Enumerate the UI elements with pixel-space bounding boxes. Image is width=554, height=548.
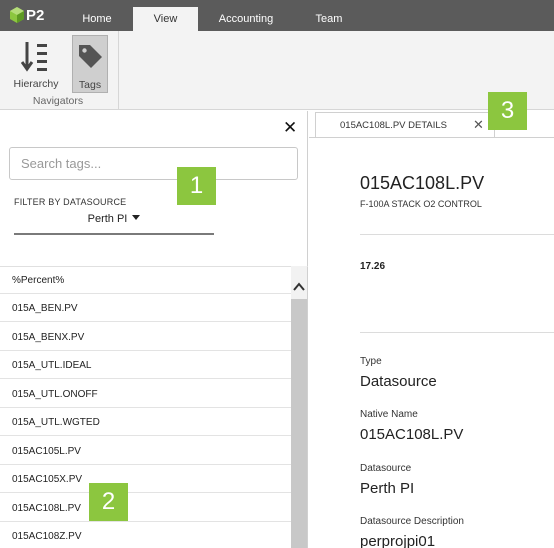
close-panel-icon[interactable]: ✕ bbox=[283, 120, 297, 137]
hierarchy-label: Hierarchy bbox=[13, 78, 59, 90]
app-window: P2 Home View Accounting Team Hierarchy T… bbox=[0, 0, 554, 548]
tag-icon bbox=[79, 45, 102, 68]
tab-team[interactable]: Team bbox=[298, 7, 360, 31]
tag-details-panel: 015AC108L.PV DETAILS ✕ 015AC108L.PV F-10… bbox=[309, 111, 554, 548]
tag-list: %Percent% 015A_BEN.PV 015A_BENX.PV 015A_… bbox=[0, 266, 291, 548]
hierarchy-icon bbox=[21, 42, 47, 72]
logo-text: P2 bbox=[26, 7, 45, 24]
native-name-value: 015AC108L.PV bbox=[360, 426, 464, 443]
callout-badge: 1 bbox=[177, 167, 216, 205]
datasource-dropdown[interactable]: Perth PI bbox=[14, 211, 214, 235]
tab-strip-divider bbox=[309, 137, 554, 138]
tags-button[interactable]: Tags bbox=[72, 35, 108, 93]
type-value: Datasource bbox=[360, 373, 437, 390]
scroll-up-button[interactable] bbox=[291, 277, 307, 293]
details-tab[interactable]: 015AC108L.PV DETAILS ✕ bbox=[315, 112, 495, 137]
ribbon: Hierarchy Tags Navigators bbox=[0, 31, 554, 110]
tag-row[interactable]: 015A_UTL.IDEAL bbox=[0, 351, 291, 379]
datasource-description-label: Datasource Description bbox=[360, 516, 464, 527]
navigators-group-label: Navigators bbox=[32, 95, 84, 107]
close-tab-icon[interactable]: ✕ bbox=[473, 117, 484, 133]
tag-row[interactable]: 015A_UTL.ONOFF bbox=[0, 380, 291, 408]
p2-logo-icon bbox=[10, 7, 24, 23]
tag-row[interactable]: 015AC105X.PV bbox=[0, 465, 291, 493]
search-input[interactable]: Search tags... bbox=[9, 147, 298, 180]
tag-row[interactable]: 015AC105L.PV bbox=[0, 437, 291, 465]
chevron-down-icon bbox=[132, 215, 141, 220]
tag-description: F-100A STACK O2 CONTROL bbox=[360, 199, 482, 209]
details-tab-label: 015AC108L.PV DETAILS bbox=[340, 120, 448, 131]
scrollbar-thumb[interactable] bbox=[291, 299, 307, 548]
filter-by-datasource-label: FILTER BY DATASOURCE bbox=[14, 197, 127, 207]
datasource-description-value: perprojpi01 bbox=[360, 533, 436, 548]
datasource-value: Perth PI bbox=[360, 480, 415, 497]
tag-row[interactable]: 015AC108Z.PV bbox=[0, 522, 291, 548]
ribbon-divider bbox=[118, 31, 119, 110]
tab-accounting[interactable]: Accounting bbox=[205, 7, 287, 31]
tag-title: 015AC108L.PV bbox=[360, 173, 485, 193]
native-name-label: Native Name bbox=[360, 409, 418, 420]
type-label: Type bbox=[360, 356, 382, 367]
chevron-up-icon bbox=[293, 282, 305, 291]
tags-label: Tags bbox=[78, 79, 102, 91]
tab-view[interactable]: View bbox=[133, 7, 198, 31]
app-logo[interactable]: P2 bbox=[8, 5, 50, 27]
datasource-label: Datasource bbox=[360, 463, 412, 474]
divider bbox=[360, 332, 554, 333]
tag-current-value: 17.26 bbox=[360, 261, 386, 272]
tag-search-panel: ✕ Search tags... FILTER BY DATASOURCE Pe… bbox=[0, 111, 308, 548]
tag-row[interactable]: %Percent% bbox=[0, 266, 291, 294]
hierarchy-button[interactable]: Hierarchy bbox=[8, 35, 64, 93]
tag-row[interactable]: 015A_BENX.PV bbox=[0, 323, 291, 351]
tag-row[interactable]: 015AC108L.PV bbox=[0, 494, 291, 522]
callout-badge: 2 bbox=[89, 483, 128, 521]
tag-row[interactable]: 015A_BEN.PV bbox=[0, 294, 291, 322]
tag-row[interactable]: 015A_UTL.WGTED bbox=[0, 408, 291, 436]
datasource-selected-value: Perth PI bbox=[87, 213, 128, 225]
callout-badge: 3 bbox=[488, 92, 527, 130]
divider bbox=[360, 234, 554, 235]
tab-home[interactable]: Home bbox=[66, 7, 128, 31]
top-nav-bar: P2 Home View Accounting Team bbox=[0, 0, 554, 31]
